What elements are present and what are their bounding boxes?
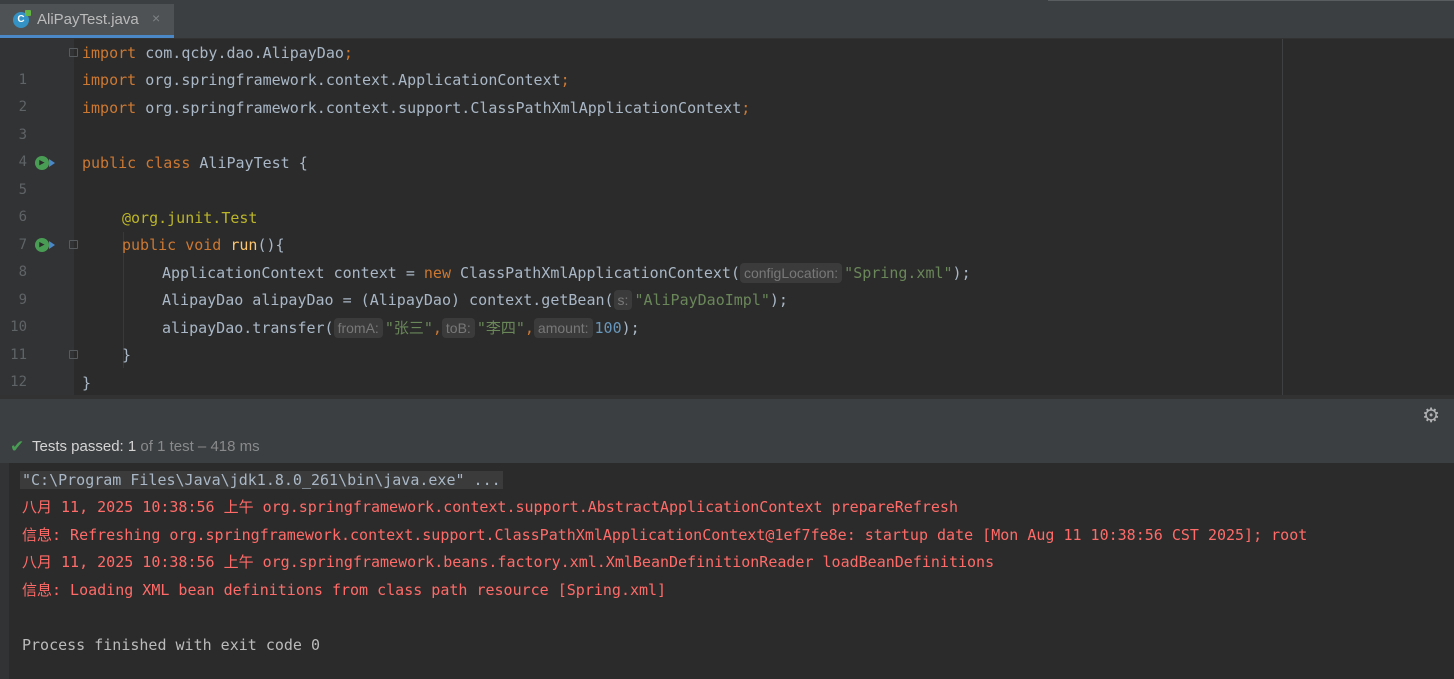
run-test-method-icon[interactable]: ▶ (35, 238, 55, 252)
console-line: 八月 11, 2025 10:38:56 上午 org.springframew… (22, 498, 958, 516)
close-icon[interactable]: × (152, 10, 160, 26)
code-text: public void run(){ (122, 236, 285, 254)
java-class-icon: C (13, 10, 31, 28)
console-line: 信息: Loading XML bean definitions from cl… (22, 581, 667, 599)
code-text: } (82, 374, 92, 392)
code-line: 7 @org.junit.Test (0, 205, 1454, 253)
code-text: import com.qcby.dao.AlipayDao; (82, 44, 353, 62)
console-left-bar (0, 463, 9, 679)
code-text: public class AliPayTest { (82, 154, 308, 172)
code-line: 5 ▶ public class AliPayTest { (0, 150, 1454, 198)
fold-icon[interactable] (69, 350, 78, 359)
code-editor[interactable]: 1 import com.qcby.dao.AlipayDao; 2 impor… (0, 39, 1454, 418)
code-line: 11 alipayDao.transfer(fromA: "张三", toB: "李四… (0, 315, 1454, 363)
code-line: 3 import org.springframework.context.sup… (0, 95, 1454, 143)
code-line: 8 ▶ public void run(){ (0, 232, 1454, 280)
check-icon: ✔ (10, 437, 25, 456)
parameter-hint: amount: (533, 318, 593, 338)
fold-icon[interactable] (69, 48, 78, 57)
code-line: 2 import org.springframework.context.App… (0, 67, 1454, 115)
console-line: "C:\Program Files\Java\jdk1.8.0_261\bin\… (20, 467, 503, 494)
code-text: ApplicationContext context = new ClassPa… (162, 263, 971, 283)
run-panel-header: ⚙ ✔ Tests passed: 1 of 1 test – 418 ms (0, 399, 1454, 463)
parameter-hint: s: (613, 290, 633, 310)
parameter-hint: toB: (441, 318, 475, 338)
code-text: alipayDao.transfer(fromA: "张三", toB: "李四", a… (162, 318, 640, 338)
parameter-hint: fromA: (333, 318, 383, 338)
code-text: } (122, 346, 132, 364)
gear-icon[interactable]: ⚙ (1422, 403, 1440, 428)
code-line: 6 (0, 177, 1454, 225)
code-line: 1 import com.qcby.dao.AlipayDao; (0, 40, 1454, 88)
fold-icon[interactable] (69, 240, 78, 249)
tab-bar-top-line (1048, 0, 1454, 1)
console-command[interactable]: "C:\Program Files\Java\jdk1.8.0_261\bin\… (20, 471, 503, 489)
test-status-text: Tests passed: 1 of 1 test – 418 ms (32, 438, 260, 455)
code-line: 9 ApplicationContext context = new Class… (0, 260, 1454, 308)
code-text: import org.springframework.context.Appli… (82, 71, 570, 89)
tab-title: AliPayTest.java (37, 11, 139, 28)
code-line: 13 } (0, 370, 1454, 418)
console-line: 信息: Refreshing org.springframework.conte… (22, 526, 1308, 544)
console-line: 八月 11, 2025 10:38:56 上午 org.springframew… (22, 553, 995, 571)
run-console[interactable]: "C:\Program Files\Java\jdk1.8.0_261\bin\… (0, 463, 1454, 679)
editor-tab-bar: C AliPayTest.java × (0, 0, 1454, 39)
console-line: Process finished with exit code 0 (22, 636, 321, 654)
code-text: AlipayDao alipayDao = (AlipayDao) contex… (162, 290, 788, 310)
run-test-class-icon[interactable]: ▶ (35, 156, 55, 170)
code-line: 10 AlipayDao alipayDao = (AlipayDao) con… (0, 287, 1454, 335)
code-line: 4 (0, 122, 1454, 170)
code-text: @org.junit.Test (122, 209, 258, 227)
tab-alipaytest-java[interactable]: C AliPayTest.java × (0, 4, 174, 38)
parameter-hint: configLocation: (739, 263, 843, 283)
code-text: import org.springframework.context.suppo… (82, 99, 751, 117)
code-line: 12 } (0, 342, 1454, 390)
